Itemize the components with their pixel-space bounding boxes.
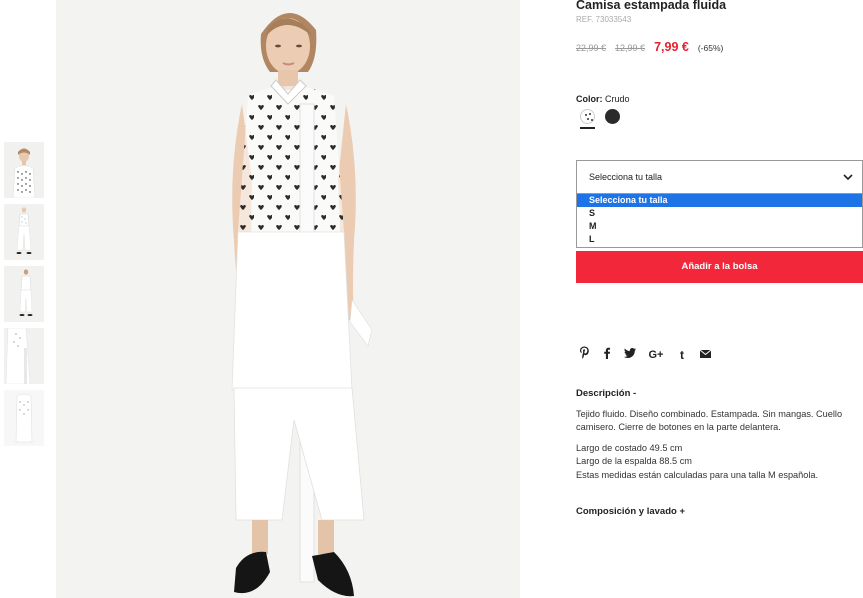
description-measure-note: Estas medidas están calculadas para una …	[576, 469, 819, 480]
size-option-placeholder[interactable]: Selecciona tu talla	[577, 194, 862, 207]
google-plus-icon[interactable]: G+	[647, 348, 665, 362]
email-icon[interactable]	[699, 348, 711, 362]
thumbnail-list	[4, 142, 44, 452]
price-original: 22,99 €	[576, 43, 607, 53]
color-swatches	[580, 109, 620, 129]
color-swatch-negro[interactable]	[605, 109, 620, 124]
description-paragraph: Tejido fluido. Diseño combinado. Estampa…	[576, 409, 843, 433]
tumblr-icon[interactable]: t	[676, 348, 688, 362]
pinterest-icon[interactable]	[578, 346, 590, 363]
color-value: Crudo	[605, 94, 630, 104]
composition-heading[interactable]: Composición y lavado +	[576, 506, 685, 517]
thumbnail-3[interactable]	[4, 266, 44, 322]
price-previous: 12,99 €	[615, 43, 646, 53]
thumbnail-1[interactable]	[4, 142, 44, 198]
description-heading[interactable]: Descripción -	[576, 388, 636, 399]
description-body: Tejido fluido. Diseño combinado. Estampa…	[576, 408, 863, 482]
size-select[interactable]: Selecciona tu talla	[576, 160, 863, 194]
color-label: Color:	[576, 94, 603, 104]
size-option-m[interactable]: M	[577, 220, 862, 233]
chevron-down-icon	[843, 174, 853, 181]
product-title: Camisa estampada fluida	[576, 0, 727, 12]
discount-badge: (-65%)	[697, 43, 724, 53]
product-main-image	[56, 0, 520, 598]
color-swatch-crudo[interactable]	[580, 109, 595, 129]
product-ref: REF. 73033543	[576, 15, 632, 24]
add-to-bag-button[interactable]: Añadir a la bolsa	[576, 251, 863, 283]
share-icons: G+ t	[578, 346, 711, 363]
size-dropdown-list: Selecciona tu talla S M L	[576, 194, 863, 248]
color-label-row: Color: Crudo	[576, 94, 630, 104]
size-option-l[interactable]: L	[577, 233, 862, 246]
price-row: 22,99 € 12,99 € 7,99 € (-65%)	[576, 40, 723, 54]
thumbnail-5[interactable]	[4, 390, 44, 446]
description-measure-side: Largo de costado 49.5 cm	[576, 442, 683, 453]
description-measure-back: Largo de la espalda 88.5 cm	[576, 456, 692, 467]
size-option-s[interactable]: S	[577, 207, 862, 220]
twitter-icon[interactable]	[624, 347, 636, 362]
size-select-value: Selecciona tu talla	[589, 172, 663, 182]
facebook-icon[interactable]	[601, 347, 613, 363]
thumbnail-2[interactable]	[4, 204, 44, 260]
price-current: 7,99 €	[654, 40, 689, 54]
thumbnail-4[interactable]	[4, 328, 44, 384]
